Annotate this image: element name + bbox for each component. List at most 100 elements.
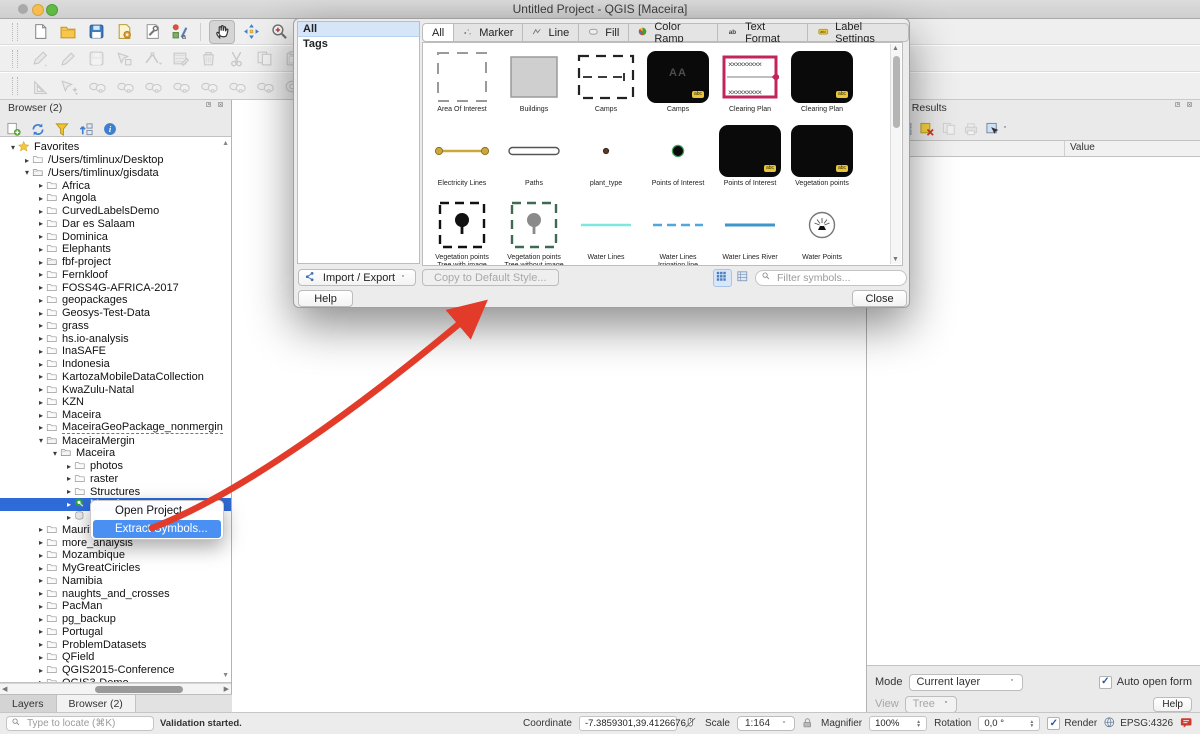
messages-icon[interactable] (1180, 717, 1194, 730)
expand-arrow-icon[interactable]: ▸ (36, 283, 46, 292)
shape-tool-icon[interactable] (224, 75, 248, 97)
expand-arrow-icon[interactable]: ▸ (36, 615, 46, 624)
dialog-close-button[interactable]: Close (852, 290, 907, 307)
current-edits-icon[interactable] (28, 48, 52, 70)
icon-view-toggle[interactable] (713, 269, 732, 287)
collapse-all-icon[interactable] (78, 122, 94, 137)
scroll-down-arrow-icon[interactable]: ▼ (222, 672, 229, 679)
expand-arrow-icon[interactable]: ▸ (36, 525, 46, 534)
tracking-icon[interactable] (684, 717, 698, 730)
tab-text-format[interactable]: abText Format (718, 23, 808, 42)
layout-manager-icon[interactable] (140, 21, 164, 43)
collapse-arrow-icon[interactable]: ▾ (50, 449, 60, 458)
tree-item[interactable]: ▸ KwaZulu-Natal (0, 383, 231, 396)
tree-item[interactable]: ▸ Structures (0, 485, 231, 498)
crs-status-button[interactable]: EPSG:4326 (1104, 717, 1173, 730)
expand-arrow-icon[interactable]: ▸ (36, 245, 46, 254)
context-menu-item-open-project[interactable]: Open Project (91, 502, 223, 520)
tree-item[interactable]: ▸ /Users/timlinux/Desktop (0, 154, 231, 167)
add-part-icon[interactable] (56, 75, 80, 97)
tree-item[interactable]: ▸ Mozambique (0, 549, 231, 562)
tree-item[interactable]: ▸ Africa (0, 179, 231, 192)
expand-arrow-icon[interactable]: ▸ (36, 538, 46, 547)
lock-icon[interactable] (802, 717, 814, 730)
tree-item[interactable]: ▸ grass (0, 320, 231, 333)
expand-arrow-icon[interactable]: ▸ (36, 360, 46, 369)
filter-symbols-input[interactable]: Filter symbols... (755, 270, 907, 286)
dialog-help-button[interactable]: Help (298, 290, 353, 307)
tree-item[interactable]: ▸ InaSAFE (0, 345, 231, 358)
symbol-tile[interactable]: Vegetation points Tree without image (498, 197, 570, 266)
shape-tool-icon[interactable] (84, 75, 108, 97)
expand-arrow-icon[interactable]: ▸ (36, 564, 46, 573)
expand-arrow-icon[interactable]: ▸ (36, 207, 46, 216)
style-manager-icon[interactable]: a (168, 21, 192, 43)
vertical-scrollbar[interactable]: ▲ ▼ (890, 44, 901, 264)
expand-arrow-icon[interactable]: ▸ (36, 270, 46, 279)
tree-item[interactable]: ▸ MyGreatCiricles (0, 562, 231, 575)
expand-arrow-icon[interactable]: ▸ (36, 372, 46, 381)
symbol-tile[interactable]: abc Vegetation points (786, 123, 858, 197)
symbol-tile[interactable]: Paths (498, 123, 570, 197)
expand-arrow-icon[interactable]: ▸ (36, 309, 46, 318)
tree-item[interactable]: ▸ Fernkloof (0, 269, 231, 282)
view-select[interactable]: Tree (905, 696, 957, 713)
copy-results-icon[interactable] (941, 122, 957, 137)
coordinate-input[interactable]: -7.3859301,39.4126676 (579, 716, 677, 731)
tree-item[interactable]: ▸ KZN (0, 396, 231, 409)
shape-tool-icon[interactable] (168, 75, 192, 97)
toolbar-grip[interactable] (12, 23, 18, 41)
magnifier-spinner[interactable]: 100% ▲▼ (869, 716, 927, 731)
collapse-arrow-icon[interactable]: ▾ (36, 436, 46, 445)
tree-item[interactable]: ▸ hs.io-analysis (0, 332, 231, 345)
expand-arrow-icon[interactable]: ▸ (36, 602, 46, 611)
expand-arrow-icon[interactable]: ▸ (64, 500, 74, 509)
symbol-tile[interactable]: plant_type (570, 123, 642, 197)
import-export-button[interactable]: Import / Export (298, 269, 416, 286)
tree-item[interactable]: ▸ raster (0, 473, 231, 486)
panel-close-icon[interactable] (1187, 102, 1196, 111)
context-menu-item-extract-symbols-[interactable]: Extract Symbols... (93, 520, 221, 538)
tab-fill[interactable]: Fill (579, 23, 629, 42)
tree-item[interactable]: ▸ CurvedLabelsDemo (0, 205, 231, 218)
shape-tool-icon[interactable] (252, 75, 276, 97)
category-tags[interactable]: Tags (298, 37, 419, 51)
symbol-tile[interactable]: Vegetation points Tree with image (426, 197, 498, 266)
save-edits-icon[interactable] (84, 48, 108, 70)
expand-arrow-icon[interactable]: ▸ (36, 653, 46, 662)
symbol-tile[interactable]: Points of Interest (642, 123, 714, 197)
symbol-tile[interactable]: ×××××××××××××××××× Clearing Plan (714, 49, 786, 123)
expand-arrow-icon[interactable]: ▸ (36, 334, 46, 343)
cad-tools-icon[interactable] (28, 75, 52, 97)
refresh-icon[interactable] (30, 122, 46, 137)
symbol-tile[interactable]: abc Clearing Plan (786, 49, 858, 123)
shape-tool-icon[interactable] (112, 75, 136, 97)
modify-attributes-icon[interactable] (168, 48, 192, 70)
list-view-toggle[interactable] (735, 270, 752, 286)
tree-item[interactable]: ▸ FOSS4G-AFRICA-2017 (0, 281, 231, 294)
panel-close-icon[interactable] (218, 102, 227, 111)
tab-marker[interactable]: Marker (454, 23, 523, 42)
add-favorite-icon[interactable] (6, 122, 22, 137)
symbol-tile[interactable]: Electricity Lines (426, 123, 498, 197)
expand-arrow-icon[interactable]: ▸ (36, 232, 46, 241)
expand-arrow-icon[interactable]: ▸ (36, 551, 46, 560)
tree-item[interactable]: ▾ MaceiraMergin (0, 434, 231, 447)
tree-item[interactable]: ▸ Dar es Salaam (0, 218, 231, 231)
expand-arrow-icon[interactable]: ▸ (36, 627, 46, 636)
tree-item[interactable]: ▸ KartozaMobileDataCollection (0, 371, 231, 384)
tree-item[interactable]: ▸ Portugal (0, 626, 231, 639)
expand-arrow-icon[interactable]: ▸ (64, 487, 74, 496)
expand-arrow-icon[interactable]: ▸ (36, 666, 46, 675)
symbol-tile[interactable]: Area Of Interest (426, 49, 498, 123)
expand-arrow-icon[interactable]: ▸ (36, 385, 46, 394)
panel-float-icon[interactable] (1175, 102, 1184, 111)
scroll-down-arrow-icon[interactable]: ▼ (892, 256, 899, 263)
properties-info-icon[interactable]: i (102, 122, 118, 137)
scale-select[interactable]: 1:164 (737, 716, 795, 731)
expand-arrow-icon[interactable]: ▸ (36, 423, 46, 432)
shape-tool-icon[interactable] (196, 75, 220, 97)
filter-browser-icon[interactable] (54, 122, 70, 137)
new-project-icon[interactable] (28, 21, 52, 43)
expand-arrow-icon[interactable]: ▸ (64, 462, 74, 471)
